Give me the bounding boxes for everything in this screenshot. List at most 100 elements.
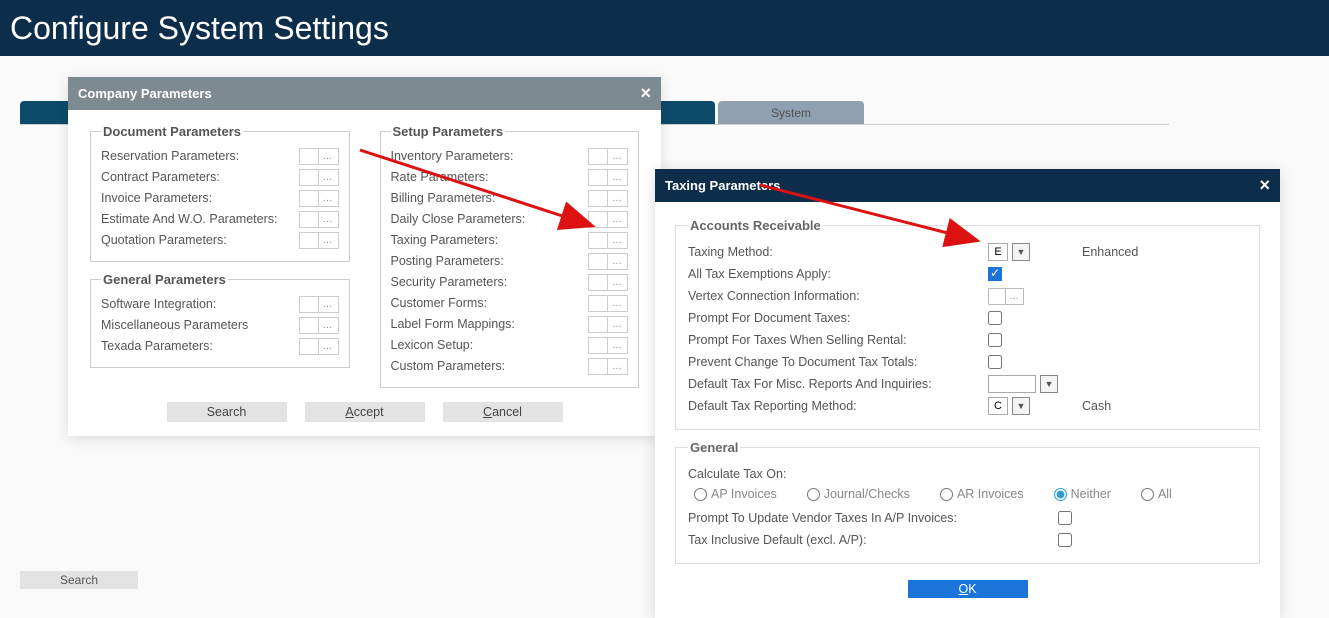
- param-label: Lexicon Setup:: [391, 338, 474, 352]
- company-panel-actions: Search Accept Cancel: [68, 396, 661, 436]
- setup-parameters-group: Setup Parameters Inventory Parameters:… …: [380, 124, 640, 388]
- cancel-button[interactable]: Cancel: [443, 402, 563, 422]
- ellipsis-icon[interactable]: …: [319, 169, 339, 186]
- param-input[interactable]: [588, 190, 608, 207]
- prevent-label: Prevent Change To Document Tax Totals:: [688, 355, 988, 369]
- param-row-taxing: Taxing Parameters: …: [391, 230, 629, 250]
- radio-ar[interactable]: AR Invoices: [940, 487, 1024, 501]
- chevron-down-icon[interactable]: ▼: [1012, 397, 1030, 415]
- param-row: Rate Parameters:…: [391, 167, 629, 187]
- ellipsis-icon[interactable]: …: [319, 211, 339, 228]
- param-label: Taxing Parameters:: [391, 233, 499, 247]
- param-input[interactable]: [299, 190, 319, 207]
- exemptions-checkbox[interactable]: [988, 267, 1002, 281]
- ellipsis-icon[interactable]: …: [319, 148, 339, 165]
- bottom-search-button[interactable]: Search: [20, 571, 138, 589]
- vertex-input[interactable]: [988, 288, 1006, 305]
- ar-legend: Accounts Receivable: [688, 218, 823, 233]
- ellipsis-icon[interactable]: …: [608, 148, 628, 165]
- param-input[interactable]: [299, 296, 319, 313]
- ellipsis-icon[interactable]: …: [608, 337, 628, 354]
- taxing-method-input[interactable]: [988, 243, 1008, 261]
- param-label: Posting Parameters:: [391, 254, 504, 268]
- param-input[interactable]: [588, 232, 608, 249]
- param-row: Posting Parameters: …: [391, 251, 629, 271]
- param-input[interactable]: [588, 211, 608, 228]
- ellipsis-icon[interactable]: …: [608, 358, 628, 375]
- param-input[interactable]: [299, 211, 319, 228]
- accept-button[interactable]: Accept: [305, 402, 425, 422]
- ok-button[interactable]: OK: [908, 580, 1028, 598]
- taxing-method-after: Enhanced: [1082, 245, 1138, 259]
- exemptions-row: All Tax Exemptions Apply:: [688, 263, 1247, 285]
- taxing-method-row: Taxing Method: ▼ Enhanced: [688, 241, 1247, 263]
- setup-parameters-legend: Setup Parameters: [391, 124, 506, 139]
- param-label: Billing Parameters:: [391, 191, 496, 205]
- param-input[interactable]: [299, 169, 319, 186]
- ellipsis-icon[interactable]: …: [608, 190, 628, 207]
- tax-incl-checkbox[interactable]: [1058, 533, 1072, 547]
- taxing-parameters-panel: Taxing Parameters × Accounts Receivable …: [655, 169, 1280, 618]
- param-input[interactable]: [299, 148, 319, 165]
- prompt-sell-checkbox[interactable]: [988, 333, 1002, 347]
- ellipsis-icon[interactable]: …: [608, 169, 628, 186]
- company-panel-titlebar: Company Parameters ×: [68, 77, 661, 110]
- radio-neither[interactable]: Neither: [1054, 487, 1111, 501]
- prompt-doc-checkbox[interactable]: [988, 311, 1002, 325]
- ellipsis-icon[interactable]: …: [319, 296, 339, 313]
- prevent-checkbox[interactable]: [988, 355, 1002, 369]
- chevron-down-icon[interactable]: ▼: [1012, 243, 1030, 261]
- search-button[interactable]: Search: [167, 402, 287, 422]
- prompt-vendor-checkbox[interactable]: [1058, 511, 1072, 525]
- ellipsis-icon[interactable]: …: [319, 338, 339, 355]
- param-row: Custom Parameters:…: [391, 356, 629, 376]
- prompt-doc-label: Prompt For Document Taxes:: [688, 311, 988, 325]
- param-label: Customer Forms:: [391, 296, 488, 310]
- param-input[interactable]: [299, 232, 319, 249]
- default-misc-input[interactable]: [988, 375, 1036, 393]
- ellipsis-icon[interactable]: …: [608, 232, 628, 249]
- prompt-doc-row: Prompt For Document Taxes:: [688, 307, 1247, 329]
- radio-journal[interactable]: Journal/Checks: [807, 487, 910, 501]
- ellipsis-icon[interactable]: …: [1006, 288, 1024, 305]
- prompt-sell-label: Prompt For Taxes When Selling Rental:: [688, 333, 988, 347]
- document-parameters-group: Document Parameters Reservation Paramete…: [90, 124, 350, 262]
- prevent-row: Prevent Change To Document Tax Totals:: [688, 351, 1247, 373]
- vertex-label: Vertex Connection Information:: [688, 289, 988, 303]
- default-report-input[interactable]: [988, 397, 1008, 415]
- param-input[interactable]: [588, 169, 608, 186]
- param-input[interactable]: [588, 274, 608, 291]
- default-report-row: Default Tax Reporting Method: ▼ Cash: [688, 395, 1247, 417]
- radio-ap[interactable]: AP Invoices: [694, 487, 777, 501]
- param-input[interactable]: [588, 337, 608, 354]
- calc-on-radios: AP Invoices Journal/Checks AR Invoices N…: [688, 485, 1247, 507]
- ellipsis-icon[interactable]: …: [608, 316, 628, 333]
- calc-on-row: Calculate Tax On:: [688, 463, 1247, 485]
- chevron-down-icon[interactable]: ▼: [1040, 375, 1058, 393]
- param-input[interactable]: [588, 358, 608, 375]
- ellipsis-icon[interactable]: …: [319, 232, 339, 249]
- param-input[interactable]: [299, 317, 319, 334]
- param-row: Billing Parameters: …: [391, 188, 629, 208]
- ellipsis-icon[interactable]: …: [608, 295, 628, 312]
- param-input[interactable]: [588, 148, 608, 165]
- param-input[interactable]: [588, 316, 608, 333]
- close-icon[interactable]: ×: [1259, 175, 1270, 196]
- radio-all[interactable]: All: [1141, 487, 1172, 501]
- param-label: Estimate And W.O. Parameters:: [101, 212, 277, 226]
- ellipsis-icon[interactable]: …: [608, 211, 628, 228]
- prompt-vendor-row: Prompt To Update Vendor Taxes In A/P Inv…: [688, 507, 1247, 529]
- close-icon[interactable]: ×: [640, 83, 651, 104]
- ellipsis-icon[interactable]: …: [319, 317, 339, 334]
- param-input[interactable]: [299, 338, 319, 355]
- ellipsis-icon[interactable]: …: [608, 253, 628, 270]
- param-row: Estimate And W.O. Parameters: …: [101, 209, 339, 229]
- param-row: Software Integration: …: [101, 294, 339, 314]
- calc-on-label: Calculate Tax On:: [688, 467, 988, 481]
- param-row: Contract Parameters:…: [101, 167, 339, 187]
- param-label: Software Integration:: [101, 297, 216, 311]
- param-input[interactable]: [588, 253, 608, 270]
- param-input[interactable]: [588, 295, 608, 312]
- ellipsis-icon[interactable]: …: [319, 190, 339, 207]
- ellipsis-icon[interactable]: …: [608, 274, 628, 291]
